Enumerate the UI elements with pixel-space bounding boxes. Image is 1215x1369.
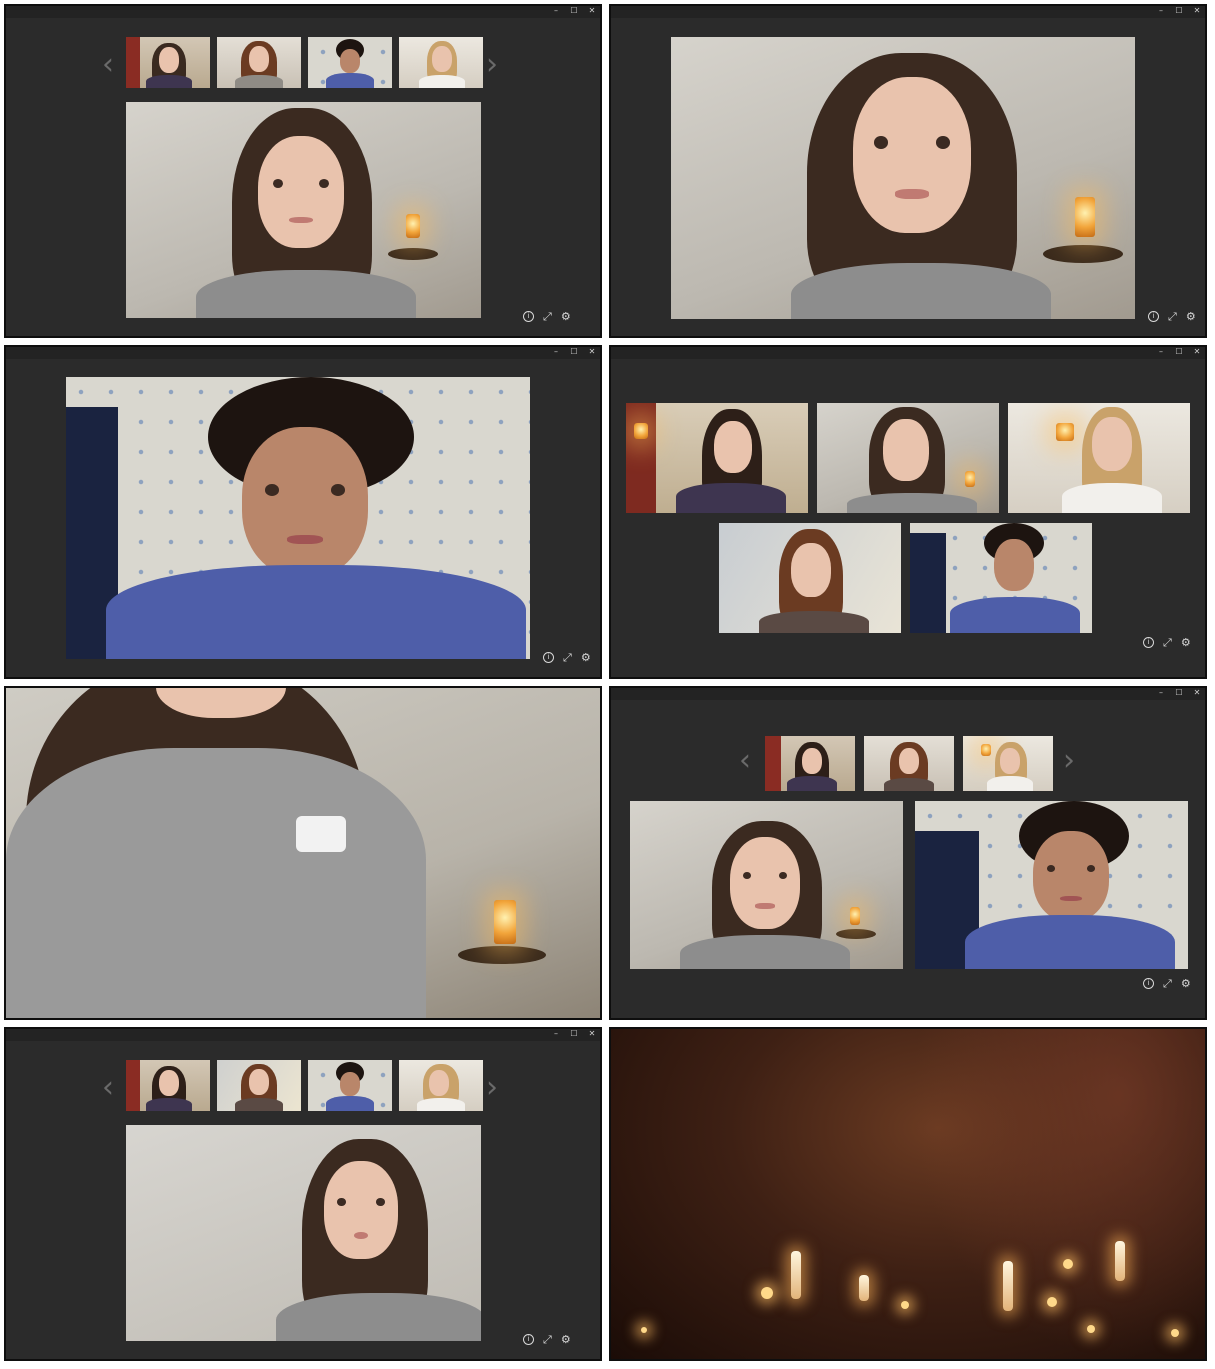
fullscreen-video	[611, 1029, 1205, 1359]
gallery-tile[interactable]	[910, 523, 1092, 633]
expand-icon[interactable]: ⤢	[543, 1334, 552, 1346]
expand-icon[interactable]: ⤢	[543, 311, 552, 323]
camera-frame	[4, 686, 602, 1020]
participant-thumbnail[interactable]	[399, 37, 483, 88]
gear-icon[interactable]: ⚙	[561, 311, 571, 323]
participant-thumbnail[interactable]	[765, 736, 855, 791]
expand-icon[interactable]: ⤢	[1163, 637, 1172, 649]
speaker-tile[interactable]	[915, 801, 1188, 969]
info-icon[interactable]: i	[543, 652, 554, 663]
window-controls: – ☐ ✕	[1157, 6, 1201, 17]
participant-thumbnail[interactable]	[864, 736, 954, 791]
gallery-tile[interactable]	[1008, 403, 1190, 513]
titlebar: – ☐ ✕	[611, 688, 1205, 700]
gear-icon[interactable]: ⚙	[1186, 311, 1196, 323]
participant-thumbnail[interactable]	[217, 1060, 301, 1111]
window-controls: – ☐ ✕	[1157, 347, 1201, 358]
close-icon[interactable]: ✕	[588, 347, 596, 358]
video-controls: i ⤢ ⚙	[523, 1334, 571, 1346]
screenshot-grid: – ☐ ✕ ‹ › i ⤢ ⚙ – ☐ ✕ i ⤢ ⚙ – ☐ ✕ i ⤢ ⚙ …	[4, 4, 1211, 1365]
speaker-tile[interactable]	[630, 801, 903, 969]
participant-thumbnail[interactable]	[126, 37, 210, 88]
gear-icon[interactable]: ⚙	[581, 652, 591, 664]
minimize-icon[interactable]: –	[1157, 6, 1165, 17]
titlebar: – ☐ ✕	[611, 6, 1205, 18]
participant-thumbnail[interactable]	[399, 1060, 483, 1111]
titlebar: – ☐ ✕	[611, 347, 1205, 359]
maximize-icon[interactable]: ☐	[570, 347, 578, 358]
call-window-6: – ☐ ✕ ‹ › i ⤢ ⚙	[609, 686, 1207, 1020]
main-video	[126, 1125, 481, 1341]
participant-strip	[126, 1060, 483, 1111]
call-window-7: – ☐ ✕ ‹ › i ⤢ ⚙	[4, 1027, 602, 1361]
participant-thumbnail[interactable]	[963, 736, 1053, 791]
call-window-2: – ☐ ✕ i ⤢ ⚙	[609, 4, 1207, 338]
minimize-icon[interactable]: –	[1157, 347, 1165, 358]
video-controls: i ⤢ ⚙	[543, 652, 591, 664]
maximize-icon[interactable]: ☐	[1175, 6, 1183, 17]
video-controls: i ⤢ ⚙	[523, 311, 571, 323]
minimize-icon[interactable]: –	[552, 1029, 560, 1040]
call-window-1: – ☐ ✕ ‹ › i ⤢ ⚙	[4, 4, 602, 338]
window-controls: – ☐ ✕	[1157, 688, 1201, 699]
main-video	[671, 37, 1135, 319]
titlebar: – ☐ ✕	[6, 1029, 600, 1041]
participant-strip	[126, 37, 483, 88]
minimize-icon[interactable]: –	[552, 347, 560, 358]
chevron-left-icon[interactable]: ‹	[102, 1073, 114, 1103]
gear-icon[interactable]: ⚙	[561, 1334, 571, 1346]
minimize-icon[interactable]: –	[552, 6, 560, 17]
main-video	[66, 377, 530, 659]
video-controls: i ⤢ ⚙	[1143, 978, 1191, 990]
expand-icon[interactable]: ⤢	[1168, 311, 1177, 323]
maximize-icon[interactable]: ☐	[570, 1029, 578, 1040]
participant-thumbnail[interactable]	[126, 1060, 210, 1111]
participant-thumbnail[interactable]	[308, 37, 392, 88]
video-controls: i ⤢ ⚙	[1143, 637, 1191, 649]
chevron-right-icon[interactable]: ›	[486, 50, 498, 80]
close-icon[interactable]: ✕	[588, 6, 596, 17]
fullscreen-video	[6, 688, 600, 1018]
gear-icon[interactable]: ⚙	[1181, 978, 1191, 990]
call-window-3: – ☐ ✕ i ⤢ ⚙	[4, 345, 602, 679]
window-controls: – ☐ ✕	[552, 6, 596, 17]
gallery-tile[interactable]	[626, 403, 808, 513]
info-icon[interactable]: i	[523, 311, 534, 322]
gear-icon[interactable]: ⚙	[1181, 637, 1191, 649]
gallery-tile[interactable]	[719, 523, 901, 633]
minimize-icon[interactable]: –	[1157, 688, 1165, 699]
participant-strip	[765, 736, 1053, 791]
expand-icon[interactable]: ⤢	[563, 652, 572, 664]
chevron-right-icon[interactable]: ›	[1063, 746, 1075, 776]
close-icon[interactable]: ✕	[1193, 6, 1201, 17]
maximize-icon[interactable]: ☐	[570, 6, 578, 17]
window-controls: – ☐ ✕	[552, 1029, 596, 1040]
chevron-right-icon[interactable]: ›	[486, 1073, 498, 1103]
call-window-4: – ☐ ✕ i ⤢ ⚙	[609, 345, 1207, 679]
participant-thumbnail[interactable]	[308, 1060, 392, 1111]
video-controls: i ⤢ ⚙	[1148, 311, 1196, 323]
candle-scene-frame	[609, 1027, 1207, 1361]
chevron-left-icon[interactable]: ‹	[739, 746, 751, 776]
info-icon[interactable]: i	[1148, 311, 1159, 322]
expand-icon[interactable]: ⤢	[1163, 978, 1172, 990]
close-icon[interactable]: ✕	[1193, 347, 1201, 358]
main-video	[126, 102, 481, 318]
participant-thumbnail[interactable]	[217, 37, 301, 88]
close-icon[interactable]: ✕	[1193, 688, 1201, 699]
maximize-icon[interactable]: ☐	[1175, 688, 1183, 699]
info-icon[interactable]: i	[523, 1334, 534, 1345]
chevron-left-icon[interactable]: ‹	[102, 50, 114, 80]
titlebar: – ☐ ✕	[6, 347, 600, 359]
maximize-icon[interactable]: ☐	[1175, 347, 1183, 358]
close-icon[interactable]: ✕	[588, 1029, 596, 1040]
titlebar: – ☐ ✕	[6, 6, 600, 18]
window-controls: – ☐ ✕	[552, 347, 596, 358]
gallery-tile[interactable]	[817, 403, 999, 513]
info-icon[interactable]: i	[1143, 637, 1154, 648]
info-icon[interactable]: i	[1143, 978, 1154, 989]
